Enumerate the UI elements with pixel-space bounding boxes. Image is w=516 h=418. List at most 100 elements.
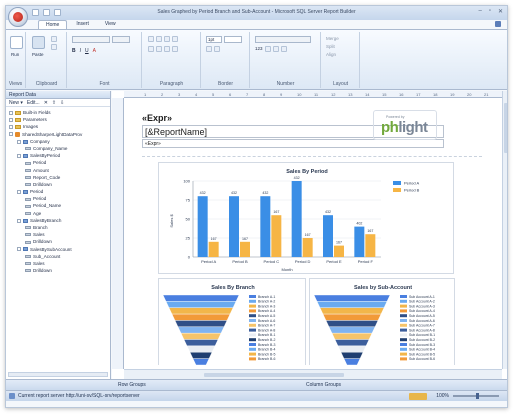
funnel-segment[interactable] (192, 358, 210, 365)
sales-by-subaccount-panel[interactable]: Sales by Sub-Account Sub Account A-1 Sub A… (309, 278, 455, 365)
tree-node[interactable]: Age (6, 210, 110, 217)
funnel-segment[interactable] (340, 352, 364, 359)
tree-node[interactable]: Sub_Account (6, 253, 110, 260)
expand-icon[interactable] (9, 117, 13, 122)
border-style-dropdown[interactable] (224, 36, 242, 43)
expr-subtitle-textbox[interactable]: «Expr» (142, 139, 444, 148)
tree-node[interactable]: SalesByPeriod (6, 152, 110, 159)
bar[interactable] (354, 226, 365, 257)
funnel-segment[interactable] (186, 345, 216, 353)
tree-node[interactable]: Period_Name (6, 202, 110, 209)
tree-node[interactable]: Amount (6, 167, 110, 174)
funnel-segment[interactable] (165, 301, 237, 308)
border-all-icon[interactable] (214, 46, 220, 52)
underline-button[interactable]: U (85, 48, 89, 54)
expand-icon[interactable] (17, 189, 21, 194)
funnel-segment[interactable] (337, 345, 367, 353)
expand-icon[interactable] (17, 247, 21, 252)
column-groups-label[interactable]: Column Groups (306, 382, 341, 388)
delete-button[interactable]: ✕ (44, 100, 48, 106)
expand-icon[interactable] (17, 153, 21, 158)
bar[interactable] (197, 196, 208, 257)
funnel-segment[interactable] (180, 332, 222, 340)
run-button[interactable] (10, 36, 23, 49)
percent-icon[interactable] (264, 46, 271, 52)
funnel-segment[interactable] (334, 339, 370, 347)
bar[interactable] (260, 196, 271, 257)
funnel-segment[interactable] (319, 307, 385, 315)
sales-by-period-chart[interactable]: Sales By Period 0 25 50 75 100 Sales $ Month 432… (159, 163, 455, 275)
split-cells-button[interactable]: Split (326, 43, 339, 51)
tree-node[interactable]: Drilldown (6, 238, 110, 245)
sales-by-subaccount-chart[interactable]: Sales by Sub-AccountSub Account A-1Sub A… (310, 279, 456, 365)
bar[interactable] (365, 234, 376, 257)
expand-icon[interactable] (17, 218, 21, 223)
tab-home[interactable]: Home (38, 20, 68, 29)
sales-by-branch-chart[interactable]: Sales By BranchBranch A-1Branch A-2Branc… (159, 279, 307, 365)
expand-icon[interactable] (17, 139, 21, 144)
bar[interactable] (208, 241, 219, 257)
funnel-segment[interactable] (177, 326, 225, 334)
align-top-icon[interactable] (148, 46, 154, 52)
bar[interactable] (334, 245, 344, 257)
expand-icon[interactable] (9, 125, 13, 130)
funnel-segment[interactable] (162, 294, 240, 302)
funnel-segment[interactable] (174, 320, 228, 328)
vertical-scroll-thumb[interactable] (504, 103, 507, 153)
decimal-decrease-icon[interactable] (280, 46, 287, 52)
cut-icon[interactable] (51, 36, 57, 42)
tree-node[interactable]: SalesBySubAccount (6, 246, 110, 253)
tab-view[interactable]: View (98, 20, 123, 29)
font-color-button[interactable]: A (93, 48, 96, 54)
align-middle-icon[interactable] (156, 46, 162, 52)
view-mode-buttons[interactable] (409, 393, 427, 400)
funnel-segment[interactable] (316, 301, 388, 308)
zoom-slider-thumb[interactable] (476, 393, 479, 399)
list-icon[interactable] (172, 46, 178, 52)
help-icon[interactable] (495, 21, 501, 27)
justify-icon[interactable] (172, 36, 178, 42)
copy-icon[interactable] (51, 44, 57, 50)
close-button[interactable]: ✕ (498, 8, 503, 15)
tree-node[interactable]: Built-in Fields (6, 109, 110, 116)
tree-node[interactable]: Branch (6, 224, 110, 231)
row-groups-label[interactable]: Row Groups (118, 382, 146, 388)
funnel-segment[interactable] (183, 339, 219, 347)
funnel-segment[interactable] (331, 332, 373, 340)
funnel-segment[interactable] (171, 313, 231, 321)
maximize-button[interactable]: ▫ (489, 8, 491, 15)
horizontal-scrollbar[interactable] (124, 369, 502, 379)
tree-horizontal-scrollbar[interactable] (8, 372, 108, 377)
font-size-dropdown[interactable] (112, 36, 130, 43)
tree-node[interactable]: Period (6, 188, 110, 195)
funnel-segment[interactable] (189, 352, 213, 359)
align-button[interactable]: Align (326, 51, 339, 59)
expand-icon[interactable] (9, 110, 13, 115)
company-logo[interactable]: Powered by phlight (373, 110, 437, 140)
font-family-dropdown[interactable] (72, 36, 110, 43)
funnel-segment[interactable] (168, 307, 234, 315)
edit-button[interactable]: Edit... (27, 100, 40, 106)
tree-node[interactable]: Period (6, 195, 110, 202)
expr-title-textbox[interactable]: «Expr» (142, 113, 172, 123)
tree-node[interactable]: SalesByBranch (6, 217, 110, 224)
italic-button[interactable]: I (80, 48, 81, 54)
tree-node[interactable]: Period (6, 159, 110, 166)
bar[interactable] (323, 215, 333, 257)
tree-node[interactable]: Drilldown (6, 181, 110, 188)
tree-node[interactable]: Images (6, 123, 110, 130)
border-weight-dropdown[interactable]: 1pt (206, 36, 222, 43)
tree-node[interactable]: Sales (6, 260, 110, 267)
tree-node[interactable]: Sales (6, 231, 110, 238)
move-up-button[interactable]: ⇧ (52, 100, 56, 106)
bar[interactable] (229, 196, 239, 257)
number-format-dropdown[interactable] (255, 36, 311, 43)
paste-button[interactable] (32, 36, 45, 49)
tab-insert[interactable]: Insert (69, 20, 96, 29)
new-menu-button[interactable]: New ▾ (9, 100, 23, 106)
bar[interactable] (240, 241, 250, 257)
border-color-icon[interactable] (206, 46, 212, 52)
funnel-segment[interactable] (328, 326, 376, 334)
vertical-scrollbar[interactable] (502, 91, 507, 369)
number-sample-button[interactable]: 123 (255, 46, 263, 52)
